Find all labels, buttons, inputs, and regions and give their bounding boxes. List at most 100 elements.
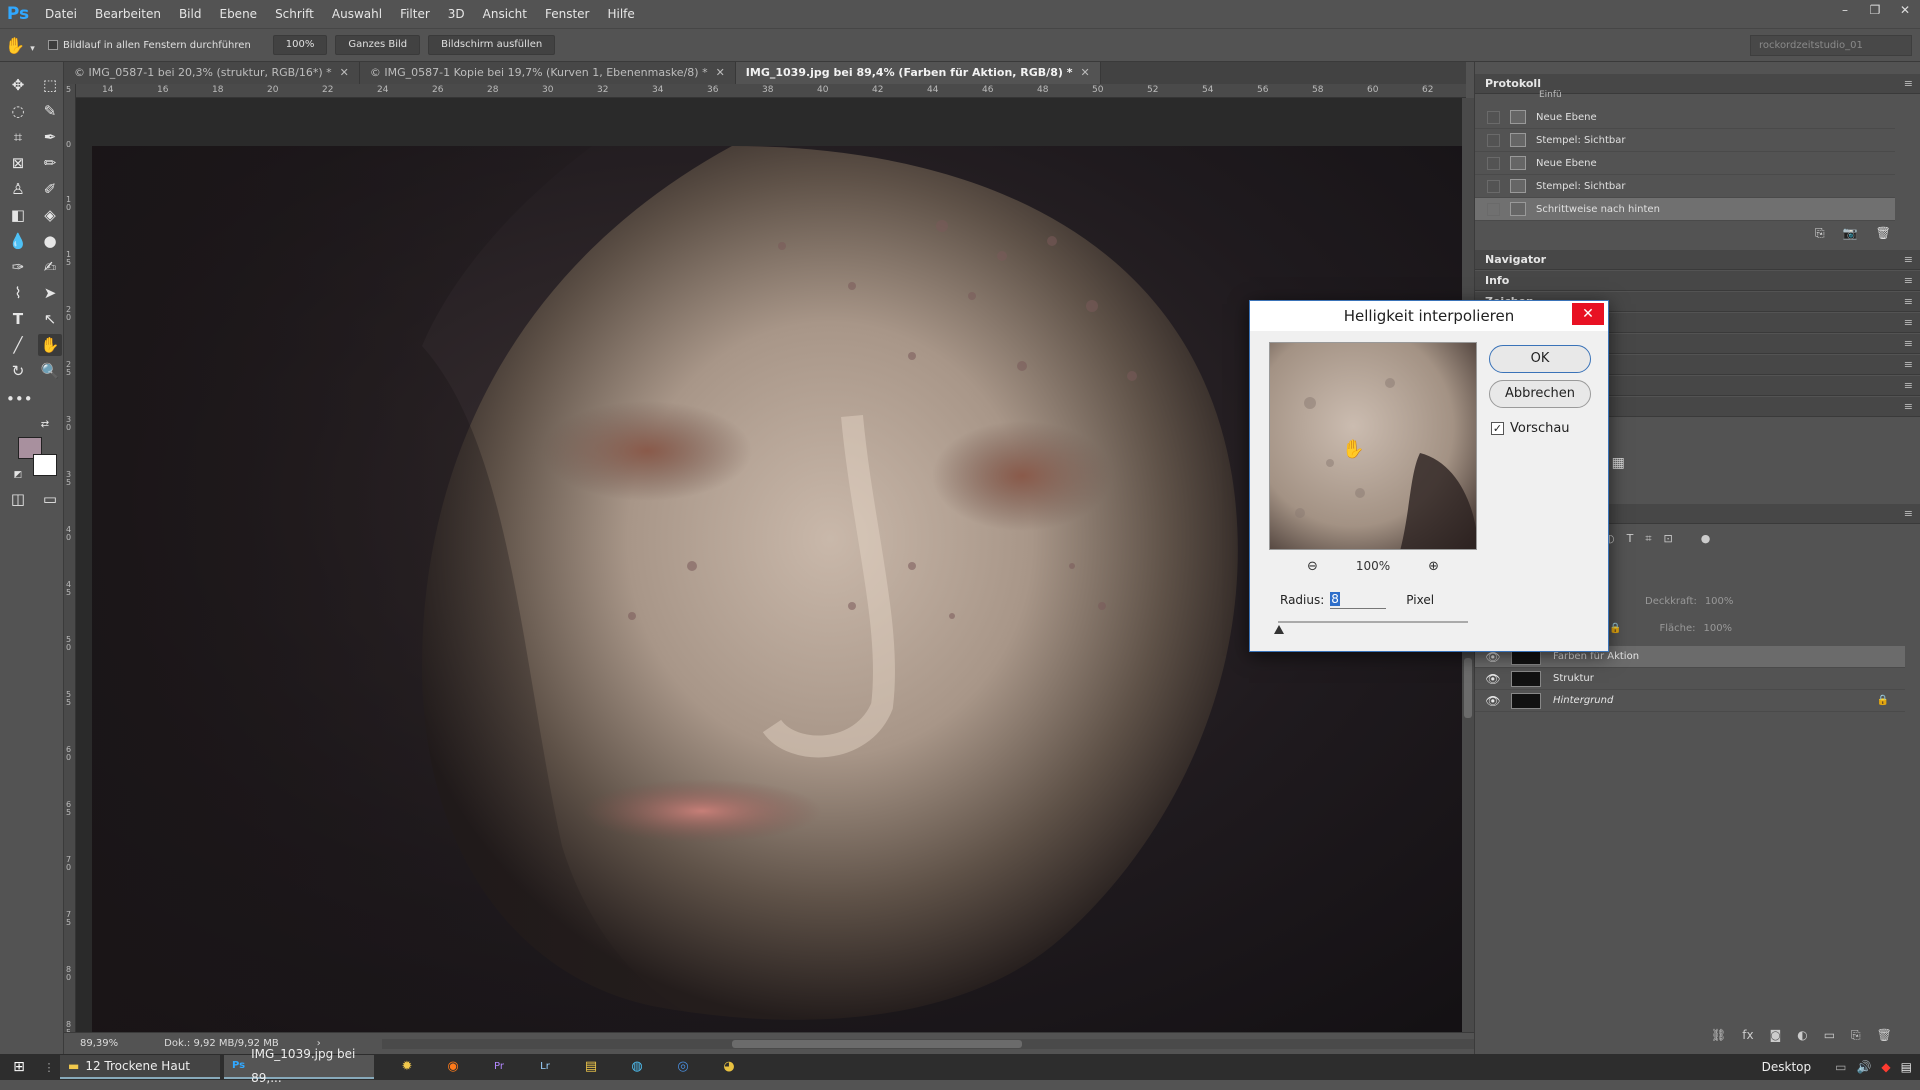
task-view-icon[interactable]: ⋮: [38, 1061, 60, 1074]
menu-filter[interactable]: Filter: [391, 0, 439, 28]
quick-mask-icon[interactable]: ◫: [6, 488, 30, 510]
zoom-readout[interactable]: 89,39%: [80, 1038, 118, 1049]
stamp-tool-icon[interactable]: ♙: [6, 178, 30, 200]
freeform-pen-tool-icon[interactable]: ✍: [38, 256, 62, 278]
chrome-icon[interactable]: ◕: [712, 1055, 746, 1079]
type-tool-icon[interactable]: T: [6, 308, 30, 330]
fx-icon[interactable]: fx: [1742, 1028, 1753, 1043]
crop-tool-icon[interactable]: ⌗: [6, 126, 30, 148]
premiere-icon[interactable]: Pr: [482, 1055, 516, 1079]
app-icon[interactable]: ✹: [390, 1055, 424, 1079]
history-checkbox[interactable]: [1487, 156, 1500, 170]
fill-screen-button[interactable]: Bildschirm ausfüllen: [428, 35, 556, 55]
hand-tool-preset-icon[interactable]: ✋ ▾: [0, 36, 40, 55]
panel-menu-icon[interactable]: ≡: [1904, 313, 1913, 333]
history-checkbox[interactable]: [1487, 202, 1500, 216]
horizontal-scrollbar[interactable]: [382, 1039, 1512, 1049]
layer-row[interactable]: 👁 Hintergrund 🔒: [1475, 690, 1905, 712]
preview-option[interactable]: ✓ Vorschau: [1491, 421, 1570, 436]
color-lookup-icon[interactable]: ▦: [1612, 455, 1625, 471]
adjustment-layer-icon[interactable]: ◐: [1797, 1028, 1807, 1043]
lasso-tool-icon[interactable]: ◌: [6, 100, 30, 122]
fill-value[interactable]: 100%: [1703, 623, 1732, 634]
close-tab-icon[interactable]: ✕: [340, 66, 349, 79]
panel-menu-icon[interactable]: ≡: [1904, 376, 1913, 396]
hand-tool-icon[interactable]: ✋: [38, 334, 62, 356]
browser-icon[interactable]: ◍: [620, 1055, 654, 1079]
history-item-selected[interactable]: Schrittweise nach hinten: [1475, 198, 1895, 221]
scroll-thumb[interactable]: [1464, 658, 1472, 718]
tray-icon[interactable]: ▭: [1835, 1060, 1846, 1074]
brush-tool-icon[interactable]: ✏: [38, 152, 62, 174]
dodge-tool-icon[interactable]: ●: [38, 230, 62, 252]
more-tools-icon[interactable]: •••: [6, 388, 33, 410]
radius-slider-track[interactable]: [1278, 621, 1468, 623]
line-tool-icon[interactable]: ╱: [6, 334, 30, 356]
quick-select-tool-icon[interactable]: ✎: [38, 100, 62, 122]
zoom-100-button[interactable]: 100%: [272, 35, 328, 55]
filter-preview[interactable]: ✋: [1269, 342, 1477, 550]
blur-tool-icon[interactable]: 💧: [6, 230, 30, 252]
restore-button[interactable]: ❐: [1860, 0, 1890, 22]
curvature-pen-tool-icon[interactable]: ⌇: [6, 282, 30, 304]
panel-menu-icon[interactable]: ≡: [1904, 334, 1913, 354]
history-item[interactable]: Neue Ebene: [1475, 152, 1895, 175]
close-tab-icon[interactable]: ✕: [716, 66, 725, 79]
panel-menu-icon[interactable]: ≡: [1904, 504, 1913, 524]
menu-ansicht[interactable]: Ansicht: [474, 0, 536, 28]
scroll-thumb[interactable]: [732, 1040, 1022, 1048]
firefox-icon[interactable]: ◉: [436, 1055, 470, 1079]
history-item[interactable]: Stempel: Sichtbar: [1475, 129, 1895, 152]
background-color-swatch[interactable]: [33, 454, 57, 476]
workspace-field[interactable]: rockordzeitstudio_01: [1750, 35, 1912, 56]
filter-toggle-icon[interactable]: ●: [1701, 532, 1711, 546]
taskbar-photoshop-item[interactable]: Ps IMG_1039.jpg bei 89,...: [224, 1047, 374, 1085]
history-item[interactable]: Stempel: Sichtbar: [1475, 175, 1895, 198]
panel-menu-icon[interactable]: ≡: [1904, 292, 1913, 312]
link-layers-icon[interactable]: ⛓: [1711, 1028, 1726, 1043]
rotate-view-tool-icon[interactable]: ↻: [6, 360, 30, 382]
fit-screen-button[interactable]: Ganzes Bild: [335, 35, 421, 55]
panel-menu-icon[interactable]: ≡: [1904, 355, 1913, 375]
tab-img-1039[interactable]: IMG_1039.jpg bei 89,4% (Farben für Aktio…: [735, 62, 1101, 84]
navigator-panel-header[interactable]: Navigator ≡: [1475, 250, 1920, 270]
ok-button[interactable]: OK: [1489, 345, 1591, 373]
new-layer-icon[interactable]: ⎘: [1851, 1028, 1861, 1043]
trash-icon[interactable]: 🗑: [1876, 226, 1891, 241]
safari-icon[interactable]: ◎: [666, 1055, 700, 1079]
snapshot-icon[interactable]: 📷: [1843, 226, 1858, 241]
marquee-tool-icon[interactable]: ⬚: [38, 74, 62, 96]
menu-bearbeiten[interactable]: Bearbeiten: [86, 0, 170, 28]
menu-3d[interactable]: 3D: [439, 0, 474, 28]
zoom-tool-icon[interactable]: 🔍: [38, 360, 62, 382]
visibility-eye-icon[interactable]: 👁: [1483, 672, 1503, 686]
shape-filter-icon[interactable]: ⌗: [1645, 532, 1651, 546]
windows-start-icon[interactable]: ⊞: [0, 1054, 38, 1080]
tab-img-0587-1[interactable]: © IMG_0587-1 bei 20,3% (struktur, RGB/16…: [64, 62, 360, 84]
scroll-all-checkbox[interactable]: [48, 40, 58, 50]
adobe-icon[interactable]: ◆: [1881, 1060, 1890, 1074]
new-document-icon[interactable]: ⎘: [1815, 226, 1825, 241]
menu-hilfe[interactable]: Hilfe: [598, 0, 643, 28]
desktop-toolbar-label[interactable]: Desktop: [1762, 1060, 1812, 1074]
visibility-eye-icon[interactable]: 👁: [1483, 694, 1503, 708]
mask-icon[interactable]: ◙: [1770, 1028, 1782, 1043]
history-item[interactable]: Neue Ebene: [1475, 106, 1895, 129]
panel-menu-icon[interactable]: ≡: [1904, 250, 1913, 270]
info-panel-header[interactable]: Info ≡: [1475, 271, 1920, 291]
smart-filter-icon[interactable]: ⊡: [1664, 532, 1673, 546]
history-checkbox[interactable]: [1487, 110, 1500, 124]
direct-select-tool-icon[interactable]: ↖: [38, 308, 62, 330]
scroll-all-windows-option[interactable]: Bildlauf in allen Fenstern durchführen: [48, 40, 251, 51]
trash-icon[interactable]: 🗑: [1877, 1028, 1892, 1043]
screen-mode-icon[interactable]: ▭: [38, 488, 62, 510]
move-tool-icon[interactable]: ✥: [6, 74, 30, 96]
menu-auswahl[interactable]: Auswahl: [323, 0, 391, 28]
dialog-close-button[interactable]: ✕: [1572, 303, 1604, 325]
menu-schrift[interactable]: Schrift: [266, 0, 323, 28]
group-icon[interactable]: ▭: [1824, 1028, 1835, 1043]
menu-datei[interactable]: Datei: [36, 0, 86, 28]
frame-tool-icon[interactable]: ⊠: [6, 152, 30, 174]
history-checkbox[interactable]: [1487, 179, 1500, 193]
notification-icon[interactable]: ▤: [1901, 1060, 1912, 1074]
